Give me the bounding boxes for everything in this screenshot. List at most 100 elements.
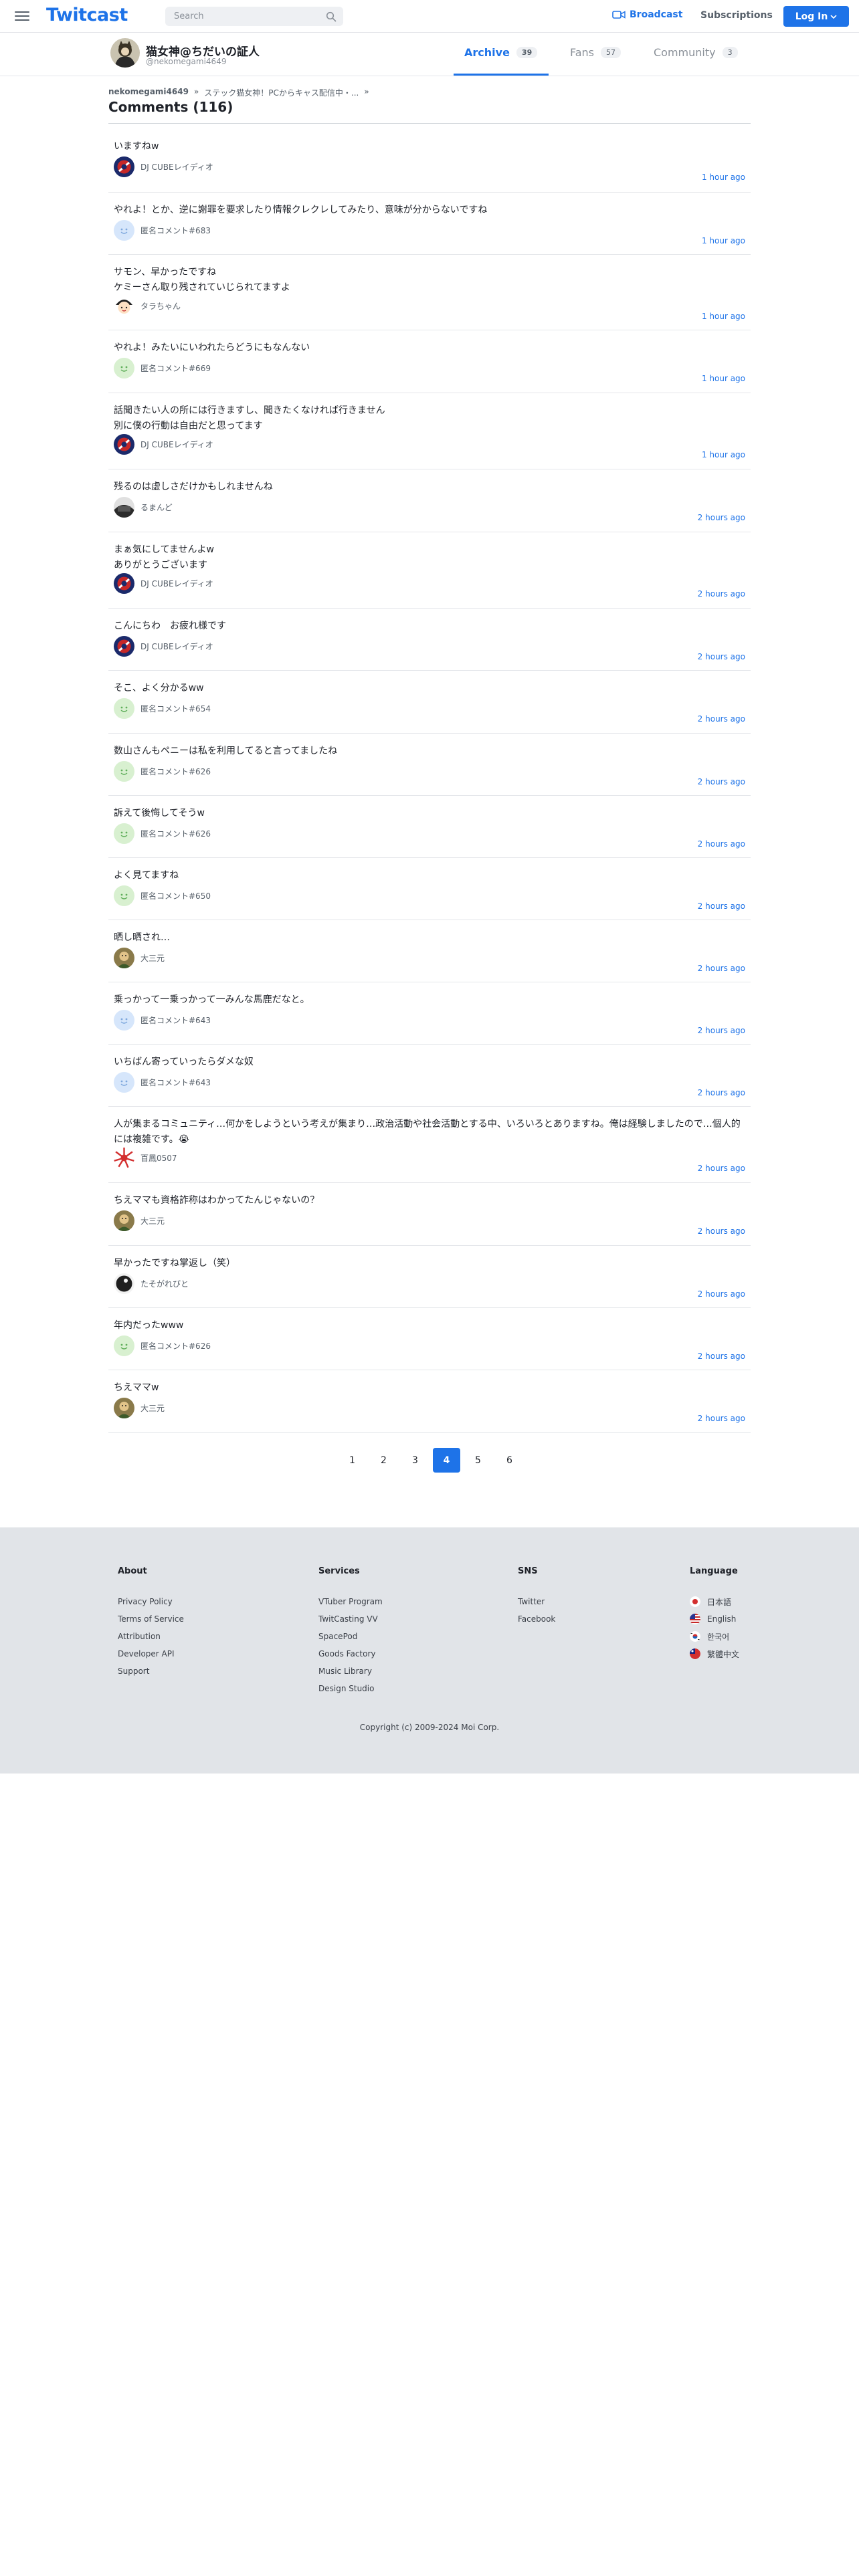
page-button-3[interactable]: 3 bbox=[401, 1448, 429, 1473]
footer-link[interactable]: TwitCasting VV bbox=[318, 1612, 383, 1626]
comment-timestamp[interactable]: 2 hours ago bbox=[698, 1226, 745, 1236]
comment-timestamp[interactable]: 2 hours ago bbox=[698, 1414, 745, 1423]
channel-avatar[interactable] bbox=[110, 38, 140, 68]
user-avatar[interactable] bbox=[114, 1210, 134, 1231]
comment-timestamp[interactable]: 2 hours ago bbox=[698, 652, 745, 661]
page-button-5[interactable]: 5 bbox=[464, 1448, 492, 1473]
comment-author[interactable]: 大三元 bbox=[114, 1398, 165, 1418]
author-name[interactable]: DJ CUBEレイディオ bbox=[140, 439, 213, 450]
author-name[interactable]: 匿名コメント#643 bbox=[140, 1014, 211, 1026]
comment-author[interactable]: 匿名コメント#626 bbox=[114, 761, 211, 782]
author-name[interactable]: 匿名コメント#626 bbox=[140, 766, 211, 777]
page-button-6[interactable]: 6 bbox=[496, 1448, 523, 1473]
author-name[interactable]: DJ CUBEレイディオ bbox=[140, 641, 213, 652]
comment-timestamp[interactable]: 2 hours ago bbox=[698, 777, 745, 786]
comment-timestamp[interactable]: 1 hour ago bbox=[702, 450, 745, 459]
author-name[interactable]: 大三元 bbox=[140, 1402, 165, 1414]
author-name[interactable]: タラちゃん bbox=[140, 300, 181, 312]
user-avatar[interactable] bbox=[114, 1335, 134, 1356]
twitcast-logo[interactable]: Twitcast bbox=[46, 5, 128, 25]
author-name[interactable]: DJ CUBEレイディオ bbox=[140, 578, 213, 589]
author-name[interactable]: 匿名コメント#650 bbox=[140, 890, 211, 901]
comment-timestamp[interactable]: 2 hours ago bbox=[698, 1352, 745, 1361]
page-button-1[interactable]: 1 bbox=[339, 1448, 366, 1473]
user-avatar[interactable] bbox=[114, 296, 134, 316]
menu-icon[interactable] bbox=[15, 11, 29, 21]
footer-link[interactable]: Attribution bbox=[118, 1630, 184, 1643]
comment-author[interactable]: 匿名コメント#626 bbox=[114, 1335, 211, 1356]
comment-author[interactable]: 匿名コメント#683 bbox=[114, 220, 211, 241]
author-name[interactable]: るまんど bbox=[140, 502, 173, 513]
footer-link[interactable]: Facebook bbox=[518, 1612, 555, 1626]
footer-link[interactable]: Goods Factory bbox=[318, 1647, 383, 1660]
tab-community[interactable]: Community 3 bbox=[654, 46, 738, 59]
subscriptions-link[interactable]: Subscriptions bbox=[700, 10, 773, 21]
comment-author[interactable]: るまんど bbox=[114, 497, 173, 518]
comment-timestamp[interactable]: 1 hour ago bbox=[702, 236, 745, 245]
author-name[interactable]: 百鳳0507 bbox=[140, 1152, 177, 1164]
broadcast-button[interactable]: Broadcast bbox=[612, 9, 682, 20]
comment-author[interactable]: 匿名コメント#643 bbox=[114, 1072, 211, 1093]
user-avatar[interactable] bbox=[114, 1148, 134, 1168]
user-avatar[interactable] bbox=[114, 1398, 134, 1418]
comment-author[interactable]: DJ CUBEレイディオ bbox=[114, 573, 213, 594]
tab-archive[interactable]: Archive 39 bbox=[464, 46, 538, 59]
author-name[interactable]: 匿名コメント#626 bbox=[140, 828, 211, 839]
language-english[interactable]: English bbox=[690, 1612, 739, 1626]
comment-timestamp[interactable]: 2 hours ago bbox=[698, 1164, 745, 1173]
user-avatar[interactable] bbox=[114, 1273, 134, 1294]
comment-timestamp[interactable]: 2 hours ago bbox=[698, 1289, 745, 1299]
author-name[interactable]: 匿名コメント#683 bbox=[140, 225, 211, 236]
search-icon[interactable] bbox=[326, 11, 337, 22]
comment-timestamp[interactable]: 2 hours ago bbox=[698, 1026, 745, 1035]
comment-author[interactable]: 匿名コメント#626 bbox=[114, 823, 211, 844]
comment-author[interactable]: 匿名コメント#669 bbox=[114, 358, 211, 379]
user-avatar[interactable] bbox=[114, 220, 134, 241]
search-box[interactable] bbox=[165, 7, 343, 26]
user-avatar[interactable] bbox=[114, 434, 134, 455]
breadcrumb-movie[interactable]: ステック猫女神！PCからキャス配信中・... bbox=[204, 87, 359, 98]
comment-timestamp[interactable]: 2 hours ago bbox=[698, 589, 745, 599]
login-button[interactable]: Log In bbox=[783, 6, 849, 27]
page-button-2[interactable]: 2 bbox=[370, 1448, 397, 1473]
author-name[interactable]: 匿名コメント#643 bbox=[140, 1077, 211, 1088]
comment-author[interactable]: DJ CUBEレイディオ bbox=[114, 434, 213, 455]
comment-author[interactable]: DJ CUBEレイディオ bbox=[114, 156, 213, 177]
author-name[interactable]: DJ CUBEレイディオ bbox=[140, 161, 213, 173]
footer-link[interactable]: Twitter bbox=[518, 1595, 555, 1608]
comment-timestamp[interactable]: 1 hour ago bbox=[702, 173, 745, 182]
user-avatar[interactable] bbox=[114, 636, 134, 657]
breadcrumb-user[interactable]: nekomegami4649 bbox=[108, 87, 189, 98]
comment-author[interactable]: 百鳳0507 bbox=[114, 1148, 177, 1168]
comment-timestamp[interactable]: 2 hours ago bbox=[698, 839, 745, 849]
footer-link[interactable]: Developer API bbox=[118, 1647, 184, 1660]
author-name[interactable]: 大三元 bbox=[140, 952, 165, 964]
language-traditional-chinese[interactable]: 繁體中文 bbox=[690, 1647, 739, 1660]
user-avatar[interactable] bbox=[114, 823, 134, 844]
comment-author[interactable]: たそがれびと bbox=[114, 1273, 189, 1294]
comment-author[interactable]: 匿名コメント#643 bbox=[114, 1010, 211, 1031]
comment-author[interactable]: 大三元 bbox=[114, 1210, 165, 1231]
comment-author[interactable]: 大三元 bbox=[114, 948, 165, 968]
author-name[interactable]: 匿名コメント#626 bbox=[140, 1340, 211, 1352]
author-name[interactable]: 匿名コメント#654 bbox=[140, 703, 211, 714]
comment-author[interactable]: DJ CUBEレイディオ bbox=[114, 636, 213, 657]
footer-link[interactable]: SpacePod bbox=[318, 1630, 383, 1643]
comment-timestamp[interactable]: 2 hours ago bbox=[698, 964, 745, 973]
comment-timestamp[interactable]: 2 hours ago bbox=[698, 513, 745, 522]
tab-fans[interactable]: Fans 57 bbox=[570, 46, 622, 59]
user-avatar[interactable] bbox=[114, 948, 134, 968]
footer-link[interactable]: Music Library bbox=[318, 1665, 383, 1678]
user-avatar[interactable] bbox=[114, 885, 134, 906]
comment-author[interactable]: 匿名コメント#654 bbox=[114, 698, 211, 719]
comment-author[interactable]: タラちゃん bbox=[114, 296, 181, 316]
comment-timestamp[interactable]: 1 hour ago bbox=[702, 312, 745, 321]
footer-link[interactable]: Design Studio bbox=[318, 1682, 383, 1695]
footer-link[interactable]: Terms of Service bbox=[118, 1612, 184, 1626]
language-korean[interactable]: 한국어 bbox=[690, 1630, 739, 1643]
comment-timestamp[interactable]: 2 hours ago bbox=[698, 901, 745, 911]
user-avatar[interactable] bbox=[114, 1072, 134, 1093]
page-button-4[interactable]: 4 bbox=[433, 1448, 460, 1473]
user-avatar[interactable] bbox=[114, 358, 134, 379]
language-japanese[interactable]: 日本語 bbox=[690, 1595, 739, 1608]
